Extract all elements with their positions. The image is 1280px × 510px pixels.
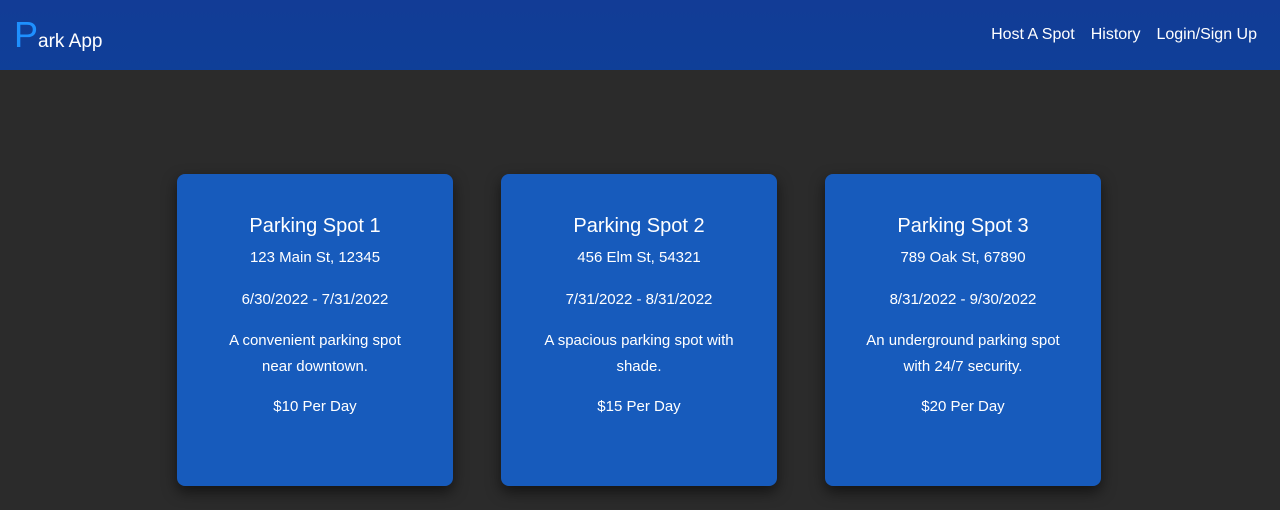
nav-link-host-a-spot[interactable]: Host A Spot — [991, 26, 1075, 44]
card-address: 123 Main St, 12345 — [249, 249, 381, 266]
card-price: $15 Per Day — [597, 398, 681, 415]
card-price: $20 Per Day — [921, 398, 1005, 415]
card-price: $10 Per Day — [273, 398, 357, 415]
card-description: A convenient parking spot near downtown. — [229, 332, 401, 375]
parking-spot-card[interactable]: Parking Spot 1 123 Main St, 12345 6/30/2… — [177, 174, 453, 486]
card-title: Parking Spot 3 — [897, 215, 1029, 237]
card-description: A spacious parking spot with shade. — [544, 332, 734, 375]
card-address: 456 Elm St, 54321 — [577, 249, 701, 266]
brand-letter: P — [14, 14, 39, 55]
navbar: P ark App Host A Spot History Login/Sign… — [0, 0, 1280, 70]
card-title: Parking Spot 2 — [573, 215, 705, 237]
card-address: 789 Oak St, 67890 — [900, 249, 1026, 266]
parking-spot-card[interactable]: Parking Spot 2 456 Elm St, 54321 7/31/20… — [501, 174, 777, 486]
card-dates: 6/30/2022 - 7/31/2022 — [241, 291, 389, 308]
card-dates: 8/31/2022 - 9/30/2022 — [889, 291, 1037, 308]
brand-logo[interactable]: P ark App — [14, 17, 102, 53]
parking-spot-card[interactable]: Parking Spot 3 789 Oak St, 67890 8/31/20… — [825, 174, 1101, 486]
parking-spot-list: Parking Spot 1 123 Main St, 12345 6/30/2… — [177, 174, 1101, 486]
card-dates: 7/31/2022 - 8/31/2022 — [565, 291, 713, 308]
card-description: An underground parking spot with 24/7 se… — [866, 332, 1060, 375]
brand-name: ark App — [38, 31, 103, 52]
card-title: Parking Spot 1 — [249, 215, 381, 237]
nav-link-history[interactable]: History — [1091, 26, 1141, 44]
nav-links: Host A Spot History Login/Sign Up — [991, 26, 1257, 44]
nav-link-login-signup[interactable]: Login/Sign Up — [1156, 26, 1257, 44]
